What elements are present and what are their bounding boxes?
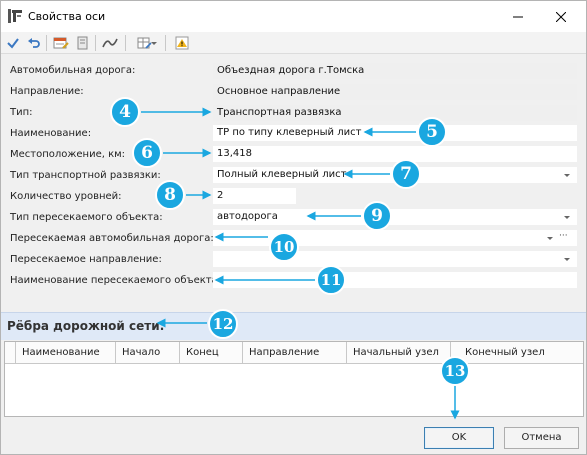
callout-8: 8 — [155, 180, 185, 210]
annotation-arrows — [141, 107, 460, 420]
callout-12: 12 — [208, 309, 238, 339]
callout-6: 6 — [132, 138, 162, 168]
callout-10: 10 — [269, 232, 299, 262]
callout-13: 13 — [440, 356, 470, 386]
callout-9: 9 — [362, 201, 392, 231]
callout-4: 4 — [110, 97, 140, 127]
callout-7: 7 — [391, 159, 421, 189]
callout-11: 11 — [316, 265, 346, 295]
callout-5: 5 — [417, 117, 447, 147]
